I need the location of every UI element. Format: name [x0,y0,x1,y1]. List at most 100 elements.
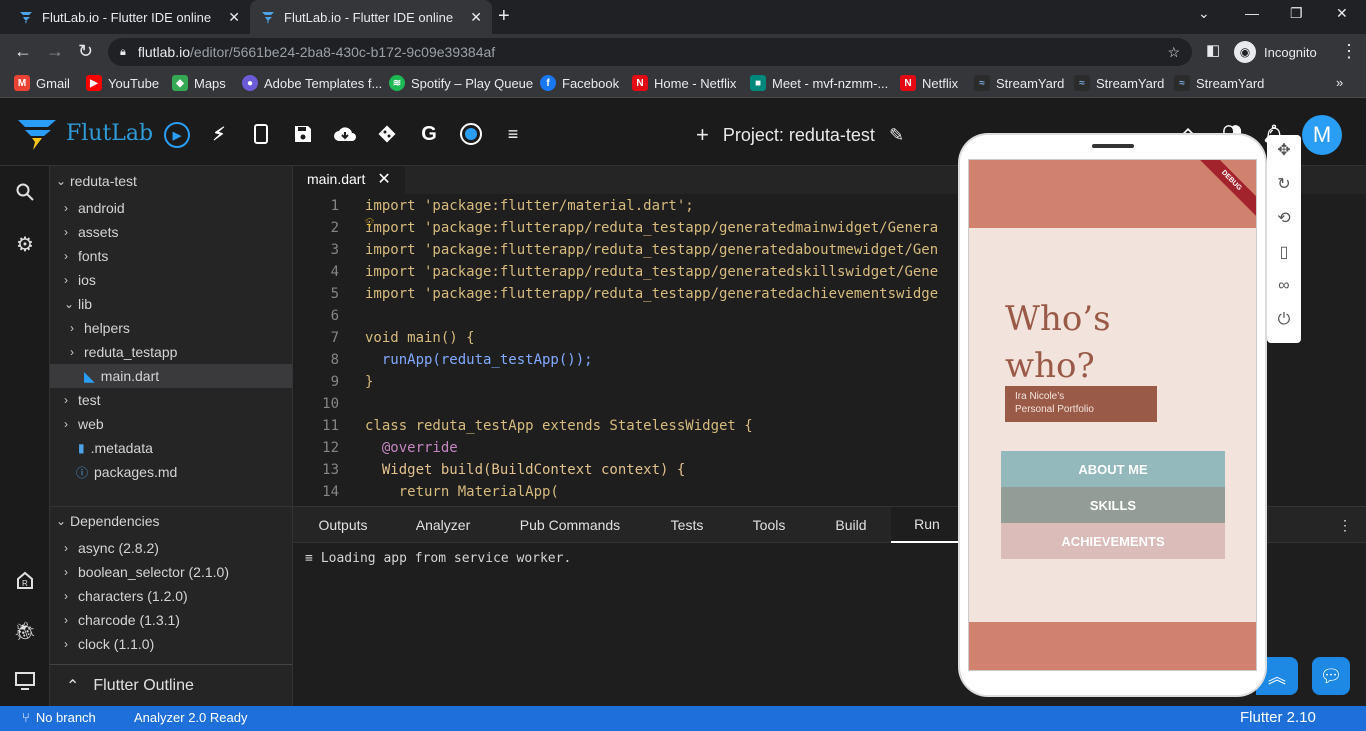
gear-icon[interactable]: ⚙︎ [13,232,37,256]
bookmark-home-netflix[interactable]: N Home - Netflix [632,75,736,91]
add-icon[interactable]: + [696,122,709,148]
tab-build[interactable]: Build [811,507,891,543]
bookmark-streamyard[interactable]: ≈ StreamYard [1074,75,1164,91]
tab-search-icon[interactable]: ⌄ [1198,5,1210,22]
bookmark-youtube[interactable]: ▶ YouTube [86,75,159,91]
browser-tab[interactable]: FlutLab.io - Flutter IDE online ✕ [8,0,250,34]
address-bar[interactable]: 🔒︎ flutlab.io/editor/5661be24-2ba8-430c-… [108,38,1192,66]
dependencies-header[interactable]: ⌄ Dependencies [56,509,160,533]
forward-icon[interactable]: → [46,41,64,62]
about-me-button[interactable]: ABOUT ME [1001,451,1225,487]
lightbulb-icon[interactable]: 💡︎ [365,216,374,231]
dependency-item[interactable]: › charcode (1.3.1) [64,608,180,632]
tree-item-folder[interactable]: ⌄ lib [64,292,92,316]
device-frame-icon[interactable]: ▯ [1273,241,1295,263]
edit-pencil-icon[interactable]: ✎ [889,125,904,146]
editor-tab-main-dart[interactable]: main.dart ✕ [293,166,405,194]
monitor-icon[interactable] [13,669,37,693]
browser-menu-icon[interactable]: ⋮ [1340,41,1358,62]
flutter-outline-toggle[interactable]: ⌃ Flutter Outline [50,664,292,706]
bookmark-meet[interactable]: ■ Meet - mvf-nzmm-... [750,75,888,91]
tree-item-folder[interactable]: › android [64,196,125,220]
google-icon[interactable]: G [417,122,441,146]
new-tab-icon[interactable]: + [498,5,510,28]
run-icon[interactable]: ▶ [164,122,190,148]
close-tab-icon[interactable]: ✕ [228,9,240,26]
tab-tools[interactable]: Tools [727,507,811,543]
browser-tab-active[interactable]: FlutLab.io - Flutter IDE online ✕ [250,0,492,34]
bookmarks-overflow-icon[interactable]: » [1336,75,1343,90]
save-icon[interactable] [291,122,315,146]
tree-item-folder[interactable]: › web [64,412,104,436]
bookmark-star-icon[interactable]: ☆ [1167,44,1180,61]
minimize-icon[interactable]: — [1245,5,1259,21]
tree-item-file[interactable]: ⓘ packages.md [76,460,177,484]
flutlab-favicon-icon [18,9,34,25]
rotate-icon[interactable]: ⟲ [1273,207,1295,229]
bookmark-maps[interactable]: ◆ Maps [172,75,226,91]
power-icon[interactable]: ⏻ [1273,309,1295,331]
reload-icon[interactable]: ↻ [78,41,93,62]
code-line: runApp(reduta_testApp()); [365,352,593,368]
dependency-item[interactable]: › characters (1.2.0) [64,584,188,608]
app-preview-screen[interactable]: DEBUG Who’s who? Ira Nicole’s Personal P… [968,159,1257,671]
hot-reload-icon[interactable]: ⚡︎ [207,122,231,146]
close-tab-icon[interactable]: ✕ [470,9,482,26]
sidebar-icon[interactable]: ◧ [1206,41,1220,59]
download-icon[interactable] [333,122,357,146]
back-icon[interactable]: ← [14,41,32,62]
git-icon[interactable] [375,122,399,146]
app-bottom-bar [969,622,1256,670]
debug-bug-icon[interactable]: 🐞︎ [13,619,37,643]
chat-icon[interactable]: 💬︎ [1312,657,1350,695]
activity-bar: ⚙︎ R 🐞︎ [0,166,50,707]
bookmark-streamyard[interactable]: ≈ StreamYard [1174,75,1264,91]
tree-item-file[interactable]: ▮ .metadata [78,436,153,460]
tree-item-file-selected[interactable]: ◣ main.dart [50,364,292,388]
achievements-button[interactable]: ACHIEVEMENTS [1001,523,1225,559]
streamyard-icon: ≈ [974,75,990,91]
incognito-indicator[interactable]: ◉ Incognito [1234,39,1317,65]
link-icon[interactable]: ∞ [1273,275,1295,297]
home-icon[interactable]: R [13,568,37,592]
dependency-item[interactable]: › async (2.8.2) [64,536,159,560]
firebase-icon[interactable] [459,122,483,146]
tree-item-folder[interactable]: › fonts [64,244,108,268]
avatar[interactable]: M [1302,115,1342,155]
tab-pub-commands[interactable]: Pub Commands [493,507,647,543]
line-number: 3 [330,242,339,258]
chevron-right-icon: › [64,201,68,215]
tab-outputs[interactable]: Outputs [293,507,393,543]
dependency-item[interactable]: › boolean_selector (2.1.0) [64,560,229,584]
bookmark-adobe[interactable]: ● Adobe Templates f... [242,75,382,91]
bookmark-netflix[interactable]: N Netflix [900,75,958,91]
bookmark-streamyard[interactable]: ≈ StreamYard [974,75,1064,91]
restore-icon[interactable]: ❐ [1290,5,1303,22]
dependency-item[interactable]: › clock (1.1.0) [64,632,154,656]
playlist-icon[interactable]: ≡ [501,122,525,146]
tree-root[interactable]: ⌄ reduta-test [56,169,137,193]
tree-item-folder[interactable]: › ios [64,268,96,292]
tab-analyzer[interactable]: Analyzer [393,507,493,543]
tab-run[interactable]: Run [891,507,963,543]
skills-button[interactable]: SKILLS [1001,487,1225,523]
move-icon[interactable]: ✥ [1273,139,1295,161]
tree-item-folder[interactable]: › test [64,388,101,412]
tree-item-folder[interactable]: › reduta_testapp [70,340,177,364]
emulator-toolbar: ✥ ↻ ⟲ ▯ ∞ ⏻ [1267,135,1301,343]
bookmark-spotify[interactable]: ≋ Spotify – Play Queue [389,75,533,91]
search-icon[interactable] [13,180,37,204]
bookmark-facebook[interactable]: f Facebook [540,75,619,91]
device-icon[interactable] [249,122,273,146]
branch-indicator[interactable]: ⑂ No branch [22,710,96,725]
more-options-icon[interactable]: ⋮ [1333,507,1357,543]
refresh-icon[interactable]: ↻ [1273,173,1295,195]
log-lines-icon: ≡ [305,551,313,566]
tree-item-folder[interactable]: › assets [64,220,118,244]
flutlab-logo[interactable]: FlutLab [16,116,153,150]
tree-item-folder[interactable]: › helpers [70,316,130,340]
tab-tests[interactable]: Tests [647,507,727,543]
close-tab-icon[interactable]: ✕ [377,169,390,189]
close-window-icon[interactable]: ✕ [1336,5,1348,22]
bookmark-gmail[interactable]: M Gmail [14,75,70,91]
